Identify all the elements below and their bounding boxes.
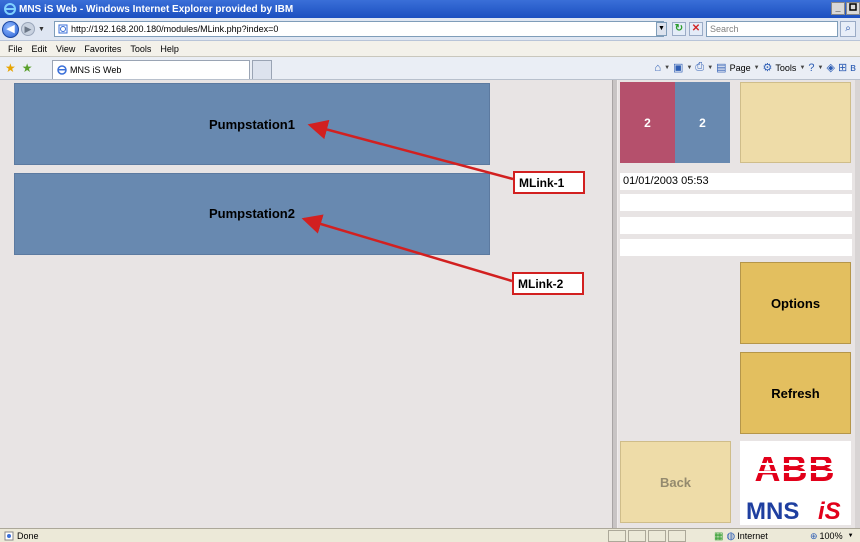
menu-tools[interactable]: Tools [130,44,151,54]
favorites-star-icon[interactable]: ★ [5,61,16,75]
status-segment [608,530,626,542]
zoom-icon: ⊕ [810,530,818,541]
research-icon[interactable]: ◈ [826,61,834,74]
info-field-2 [620,194,852,211]
abb-mns-is-logo: ABB MNS iS [740,441,851,525]
print-icon[interactable]: ⎙ [695,61,704,74]
menu-bar: File Edit View Favorites Tools Help [0,41,860,57]
ie-page-icon [58,24,68,34]
forward-arrow-icon: ▶ [24,24,32,34]
pumpstation2-button[interactable]: Pumpstation2 [14,173,490,255]
command-bar: ⌂ ▼ ▣ ▼ ⎙ ▼ ▤ Page ▼ ⚙ Tools ▼ ? ▼ ◈ ⊞ ʙ [654,61,856,74]
help-icon[interactable]: ? [808,62,814,74]
tools-dropdown-icon[interactable]: ▼ [799,65,805,71]
zoom-level: 100% [819,531,843,541]
annotation-mlink-2: MLink-2 [512,272,584,295]
status-text: Done [17,530,39,541]
alarm-counter[interactable]: 2 [620,82,675,163]
datetime-field: 01/01/2003 05:53 [620,173,852,190]
bluetooth-icon[interactable]: ʙ [850,62,856,74]
refresh-button[interactable]: Refresh [740,352,851,434]
home-icon[interactable]: ⌂ [654,62,661,74]
page-content: Pumpstation1 Pumpstation2 MLink-1 MLink-… [0,80,860,528]
status-segment [628,530,646,542]
svg-text:MNS: MNS [746,498,799,525]
page-menu[interactable]: Page [730,63,751,73]
pumpstation1-label: Pumpstation1 [209,117,295,132]
right-scrollbar[interactable] [855,80,860,528]
menu-favorites[interactable]: Favorites [84,44,121,54]
window-title: MNS iS Web - Windows Internet Explorer p… [19,3,294,15]
back-button[interactable]: ◀ [2,20,19,38]
svg-text:iS: iS [818,498,841,525]
maximize-button[interactable] [846,2,860,15]
page-dropdown-icon[interactable]: ▼ [754,65,760,71]
window-controls: _ [831,2,860,15]
done-page-icon [4,531,14,540]
search-icon[interactable]: ⌕ [840,21,856,37]
tools-gear-icon: ⚙ [762,62,773,74]
add-favorite-icon[interactable]: ★ [22,61,33,75]
refresh-icon[interactable]: ↻ [672,22,686,36]
help-dropdown-icon[interactable]: ▼ [818,65,824,71]
info-field-4 [620,239,852,256]
security-zone[interactable]: ▦ ◍ Internet [714,529,768,542]
url-dropdown-button[interactable]: ▼ [656,22,667,36]
blank-panel-button[interactable] [740,82,851,163]
tab-label: MNS iS Web [70,65,122,75]
frame-splitter[interactable] [612,80,618,528]
protected-mode-icon: ▦ [714,530,724,542]
address-bar: ◀ ▶ ▼ http://192.168.200.180/modules/MLi… [0,18,860,41]
status-bar: Done ▦ ◍ Internet ⊕ 100% ▼ [0,528,860,542]
search-input[interactable]: Search [706,21,838,37]
messenger-icon[interactable]: ⊞ [838,61,847,74]
minimize-button[interactable]: _ [831,2,845,15]
stop-icon[interactable]: ✕ [689,22,703,36]
favorites-tab-bar: ★ ★ MNS iS Web ⌂ ▼ ▣ ▼ ⎙ ▼ ▤ Page ▼ ⚙ Tools ▼… [0,57,860,80]
ie-logo-icon [4,3,16,15]
abb-logo-graphic: ABB MNS iS [746,448,843,525]
forward-button[interactable]: ▶ [21,22,35,36]
menu-edit[interactable]: Edit [32,44,48,54]
maximize-icon [849,3,857,11]
status-segment [668,530,686,542]
tab-mns-is-web[interactable]: MNS iS Web [52,60,250,79]
device-counter[interactable]: 2 [675,82,730,163]
history-dropdown-icon[interactable]: ▼ [38,26,45,33]
feeds-dropdown-icon[interactable]: ▼ [686,65,692,71]
menu-file[interactable]: File [8,44,23,54]
window-title-bar: MNS iS Web - Windows Internet Explorer p… [0,0,860,18]
info-field-3 [620,217,852,234]
print-dropdown-icon[interactable]: ▼ [707,65,713,71]
tools-menu[interactable]: Tools [775,63,796,73]
url-input[interactable]: http://192.168.200.180/modules/MLink.php… [54,21,664,37]
menu-view[interactable]: View [56,44,75,54]
home-dropdown-icon[interactable]: ▼ [664,65,670,71]
annotation-mlink-1: MLink-1 [513,171,585,194]
pumpstation1-button[interactable]: Pumpstation1 [14,83,490,165]
url-text: http://192.168.200.180/modules/MLink.php… [71,24,279,34]
zoom-control[interactable]: ⊕ 100% ▼ [810,529,854,542]
ie-page-icon [57,65,67,75]
internet-globe-icon: ◍ [726,530,736,542]
zone-label: Internet [737,531,768,541]
zoom-dropdown-icon[interactable]: ▼ [848,533,854,539]
new-tab-button[interactable] [252,60,272,79]
menu-help[interactable]: Help [160,44,179,54]
back-arrow-icon: ◀ [6,22,15,35]
options-button[interactable]: Options [740,262,851,344]
status-segment [648,530,666,542]
feeds-icon[interactable]: ▣ [673,61,683,74]
svg-text:ABB: ABB [755,448,836,489]
back-page-button[interactable]: Back [620,441,731,523]
page-icon: ▤ [716,62,727,74]
pumpstation2-label: Pumpstation2 [209,206,295,221]
